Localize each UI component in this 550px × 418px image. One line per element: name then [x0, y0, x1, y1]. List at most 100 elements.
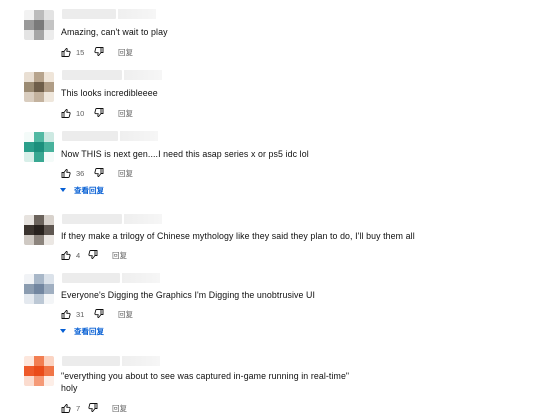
avatar-pixel: [44, 132, 54, 142]
comment-text: Everyone's Digging the Graphics I'm Digg…: [61, 290, 316, 300]
avatar[interactable]: [24, 215, 54, 245]
comment-actions: 7 回复: [61, 402, 127, 414]
like-count: 31: [76, 309, 85, 319]
avatar[interactable]: [24, 132, 54, 162]
comment-actions: 4 回复: [61, 249, 127, 261]
like-count: 36: [76, 168, 85, 178]
reply-button[interactable]: 回复: [118, 168, 133, 179]
like-icon[interactable]: [61, 108, 71, 118]
avatar-pixel: [24, 82, 34, 92]
comment-text: This looks incredibleeee: [61, 88, 158, 98]
avatar-pixel: [44, 152, 54, 162]
avatar-pixel: [34, 274, 44, 284]
dislike-icon[interactable]: [94, 168, 104, 178]
avatar[interactable]: [24, 10, 54, 40]
avatar-pixel: [24, 235, 34, 245]
avatar-pixel: [44, 72, 54, 82]
avatar-pixel: [44, 274, 54, 284]
avatar-pixel: [44, 215, 54, 225]
avatar-pixel: [24, 215, 34, 225]
avatar-pixel: [24, 274, 34, 284]
avatar[interactable]: [24, 274, 54, 304]
reply-button[interactable]: 回复: [118, 47, 133, 58]
avatar-pixel: [44, 356, 54, 366]
avatar-pixel: [34, 20, 44, 30]
like-icon[interactable]: [61, 250, 71, 260]
expand-triangle-icon: [60, 188, 66, 192]
dislike-icon[interactable]: [94, 47, 104, 57]
avatar-pixel: [24, 284, 34, 294]
like-count: 10: [76, 108, 85, 118]
avatar-pixel: [34, 72, 44, 82]
comment-text-line2: holy: [61, 383, 78, 393]
like-icon[interactable]: [61, 168, 71, 178]
avatar-pixel: [34, 152, 44, 162]
like-count: 7: [76, 403, 81, 413]
dislike-icon[interactable]: [88, 403, 98, 413]
avatar-pixel: [44, 142, 54, 152]
like-icon[interactable]: [61, 47, 71, 57]
comment-text: "everything you about to see was capture…: [61, 371, 350, 381]
avatar-pixel: [44, 30, 54, 40]
avatar-pixel: [34, 10, 44, 20]
author-name[interactable]: [62, 214, 162, 224]
comment-actions: 10 回复: [61, 107, 133, 119]
view-replies-label: 查看回复: [74, 185, 104, 195]
comment-text: Now THIS is next gen....I need this asap…: [61, 149, 309, 159]
avatar-pixel: [34, 356, 44, 366]
comment-text: Amazing, can't wait to play: [61, 27, 168, 37]
dislike-icon[interactable]: [88, 250, 98, 260]
avatar-pixel: [34, 376, 44, 386]
view-replies-label: 查看回复: [74, 326, 104, 336]
author-name[interactable]: [62, 131, 158, 141]
avatar[interactable]: [24, 356, 54, 386]
avatar-pixel: [34, 132, 44, 142]
avatar-pixel: [34, 294, 44, 304]
avatar-pixel: [44, 284, 54, 294]
avatar-pixel: [34, 92, 44, 102]
avatar-pixel: [24, 152, 34, 162]
avatar-pixel: [24, 72, 34, 82]
avatar-pixel: [34, 366, 44, 376]
like-count: 4: [76, 250, 81, 260]
avatar-pixel: [44, 376, 54, 386]
avatar-pixel: [34, 284, 44, 294]
author-name[interactable]: [62, 273, 160, 283]
avatar-pixel: [24, 92, 34, 102]
author-name[interactable]: [62, 9, 156, 19]
avatar-pixel: [34, 235, 44, 245]
comment-actions: 36 回复: [61, 167, 133, 179]
reply-button[interactable]: 回复: [118, 309, 133, 320]
avatar-pixel: [24, 10, 34, 20]
avatar-pixel: [24, 225, 34, 235]
avatar-pixel: [34, 30, 44, 40]
avatar-pixel: [44, 235, 54, 245]
avatar-pixel: [24, 132, 34, 142]
expand-triangle-icon: [60, 329, 66, 333]
avatar-pixel: [44, 10, 54, 20]
avatar-pixel: [34, 82, 44, 92]
dislike-icon[interactable]: [94, 309, 104, 319]
like-icon[interactable]: [61, 309, 71, 319]
comment-text: If they make a trilogy of Chinese mythol…: [61, 231, 415, 241]
avatar[interactable]: [24, 72, 54, 102]
author-name[interactable]: [62, 70, 162, 80]
reply-button[interactable]: 回复: [112, 403, 127, 414]
author-name[interactable]: [62, 356, 160, 366]
avatar-pixel: [34, 142, 44, 152]
avatar-pixel: [34, 225, 44, 235]
avatar-pixel: [44, 294, 54, 304]
avatar-pixel: [24, 376, 34, 386]
view-replies-button[interactable]: 查看回复: [60, 325, 104, 337]
avatar-pixel: [44, 366, 54, 376]
avatar-pixel: [34, 215, 44, 225]
reply-button[interactable]: 回复: [112, 250, 127, 261]
avatar-pixel: [44, 20, 54, 30]
view-replies-button[interactable]: 查看回复: [60, 184, 104, 196]
comment-actions: 31 回复: [61, 308, 133, 320]
reply-button[interactable]: 回复: [118, 108, 133, 119]
like-icon[interactable]: [61, 403, 71, 413]
dislike-icon[interactable]: [94, 108, 104, 118]
avatar-pixel: [44, 92, 54, 102]
comment-actions: 15 回复: [61, 46, 133, 58]
